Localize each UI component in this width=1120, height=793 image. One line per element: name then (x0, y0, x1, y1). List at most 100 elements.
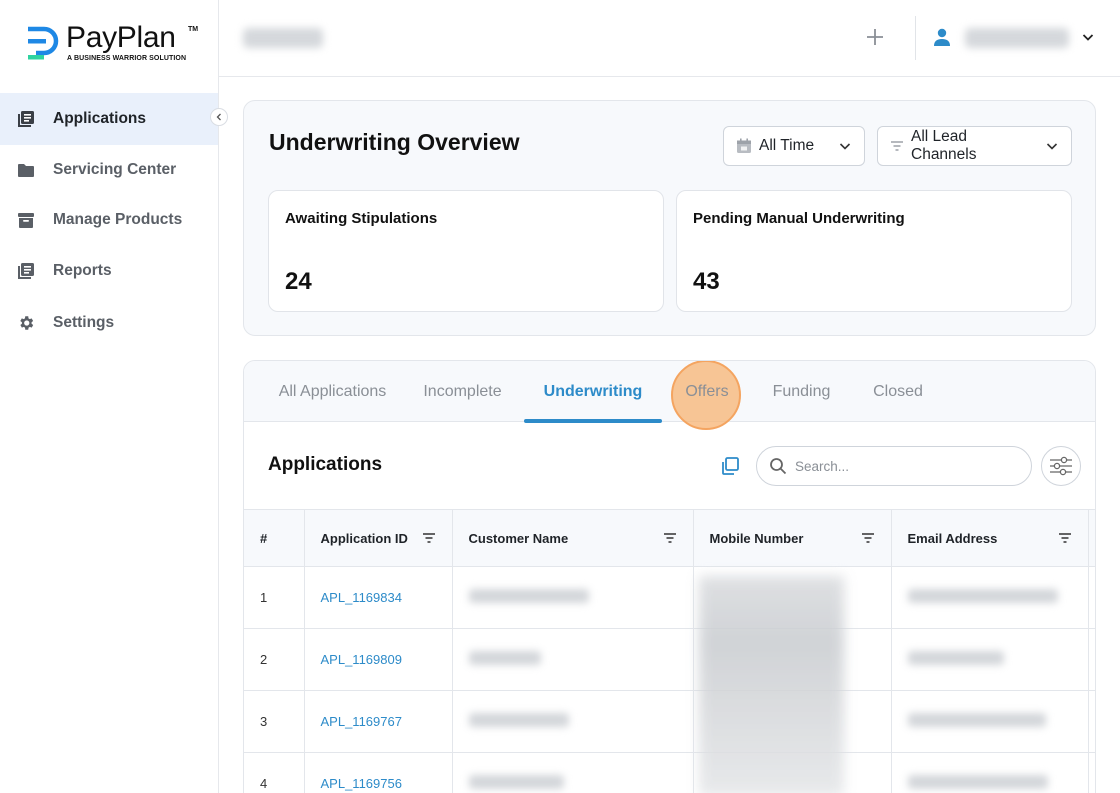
column-settings-button[interactable] (1041, 446, 1081, 486)
tab-funding[interactable]: Funding (769, 361, 834, 422)
tab-all-applications[interactable]: All Applications (264, 361, 401, 422)
tab-closed[interactable]: Closed (870, 361, 926, 422)
chevron-left-icon (216, 113, 221, 121)
table-row[interactable]: 2 APL_1169809 (244, 628, 1095, 691)
sidebar-item-settings[interactable]: Settings (0, 297, 218, 349)
sidebar-item-label: Servicing Center (53, 161, 177, 178)
mobile-number-redacted (699, 576, 844, 793)
stat-card-awaiting-stipulations[interactable]: Awaiting Stipulations 24 (268, 190, 664, 312)
tab-offers[interactable]: Offers (681, 361, 733, 422)
payplan-logo[interactable]: PayPlan TM A BUSINESS WARRIOR SOLUTION (26, 21, 201, 66)
applications-icon (16, 109, 36, 129)
column-header-label: Customer Name (468, 530, 569, 546)
sidebar-item-reports[interactable]: Reports (0, 245, 218, 297)
column-header-label: # (260, 530, 268, 546)
add-button[interactable] (862, 24, 888, 50)
sliders-icon (1050, 456, 1072, 476)
logo-trademark: TM (188, 26, 199, 33)
folder-icon (16, 160, 36, 180)
stat-value: 24 (285, 268, 312, 295)
application-id-link[interactable]: APL_1169767 (321, 714, 402, 729)
email-redacted (907, 713, 1046, 727)
table-row[interactable]: 1 APL_1169834 (244, 566, 1095, 629)
calendar-icon (737, 138, 751, 153)
top-header (219, 0, 1120, 77)
applications-card: All Applications Incomplete Underwriting… (243, 360, 1096, 793)
time-filter-value: All Time (759, 137, 815, 154)
table-row[interactable]: 4 APL_1169756 (244, 752, 1095, 793)
tab-incomplete[interactable]: Incomplete (421, 361, 504, 422)
user-icon[interactable] (932, 27, 952, 52)
sidebar-item-applications[interactable]: Applications (0, 93, 218, 145)
column-header-customer-name: Customer Name (452, 509, 694, 567)
plus-icon (867, 29, 883, 45)
sidebar: PayPlan TM A BUSINESS WARRIOR SOLUTION A… (0, 0, 228, 793)
column-filter-icon[interactable] (422, 532, 436, 544)
header-divider (915, 16, 916, 60)
copy-button[interactable] (718, 454, 742, 478)
payplan-logo-mark-icon (28, 26, 59, 60)
stat-card-pending-manual-underwriting[interactable]: Pending Manual Underwriting 43 (676, 190, 1072, 312)
lead-channel-dropdown[interactable]: All Lead Channels (877, 126, 1072, 166)
overview-title: Underwriting Overview (269, 129, 520, 155)
column-header-mobile-number: Mobile Number (693, 509, 892, 567)
user-menu-chevron-down-icon[interactable] (1081, 30, 1095, 49)
column-header-label: Mobile Number (709, 530, 804, 546)
tab-underwriting[interactable]: Underwriting (524, 361, 662, 423)
sidebar-item-label: Reports (53, 262, 112, 279)
column-filter-icon[interactable] (1058, 532, 1072, 544)
page-title-redacted (243, 28, 323, 48)
table-row[interactable]: 3 APL_1169767 (244, 690, 1095, 753)
column-header-overflow (1088, 509, 1095, 567)
email-redacted (907, 589, 1058, 603)
chevron-down-icon (1046, 143, 1058, 150)
sidebar-item-servicing-center[interactable]: Servicing Center (0, 144, 218, 196)
table-header-row: # Application ID Customer Name Mobile Nu… (244, 509, 1095, 567)
logo-tagline: A BUSINESS WARRIOR SOLUTION (67, 55, 187, 62)
filter-icon (891, 141, 903, 151)
gear-icon (16, 313, 36, 333)
copy-icon (722, 457, 739, 475)
logo-wordmark: PayPlan (66, 21, 176, 54)
underwriting-overview-card: Underwriting Overview All Time All Lead … (243, 100, 1096, 336)
sidebar-item-manage-products[interactable]: Manage Products (0, 194, 218, 246)
lead-channel-value: All Lead Channels (911, 128, 977, 163)
reports-icon (16, 261, 36, 281)
stat-label: Awaiting Stipulations (285, 210, 438, 227)
stat-label: Pending Manual Underwriting (693, 210, 905, 227)
sidebar-item-label: Settings (53, 314, 115, 331)
column-header-number: # (244, 509, 305, 567)
search-box (756, 446, 1032, 486)
sidebar-item-label: Applications (53, 110, 147, 127)
application-id-link[interactable]: APL_1169809 (321, 652, 402, 667)
column-header-email-address: Email Address (891, 509, 1089, 567)
email-redacted (907, 775, 1048, 789)
user-name-redacted (965, 28, 1069, 48)
row-number: 2 (244, 628, 305, 691)
applications-title: Applications (268, 454, 383, 475)
customer-name-redacted (468, 651, 541, 665)
time-filter-dropdown[interactable]: All Time (723, 126, 865, 166)
applications-table: # Application ID Customer Name Mobile Nu… (244, 509, 1095, 793)
archive-icon (16, 210, 36, 230)
column-header-label: Application ID (320, 530, 408, 546)
application-id-link[interactable]: APL_1169756 (321, 776, 402, 791)
column-filter-icon[interactable] (663, 532, 677, 544)
customer-name-redacted (468, 775, 564, 789)
stat-value: 43 (693, 268, 720, 295)
column-header-application-id: Application ID (304, 509, 453, 567)
search-input[interactable] (795, 458, 1015, 474)
row-number: 1 (244, 566, 305, 629)
application-tabs: All Applications Incomplete Underwriting… (244, 361, 1095, 430)
sidebar-item-label: Manage Products (53, 211, 183, 228)
row-number: 4 (244, 752, 305, 793)
column-header-label: Email Address (907, 530, 998, 546)
customer-name-redacted (468, 713, 569, 727)
application-id-link[interactable]: APL_1169834 (321, 590, 402, 605)
sidebar-collapse-button[interactable] (210, 108, 228, 126)
email-redacted (907, 651, 1004, 665)
column-filter-icon[interactable] (861, 532, 875, 544)
chevron-down-icon (839, 143, 851, 150)
row-number: 3 (244, 690, 305, 753)
search-icon (770, 458, 787, 475)
